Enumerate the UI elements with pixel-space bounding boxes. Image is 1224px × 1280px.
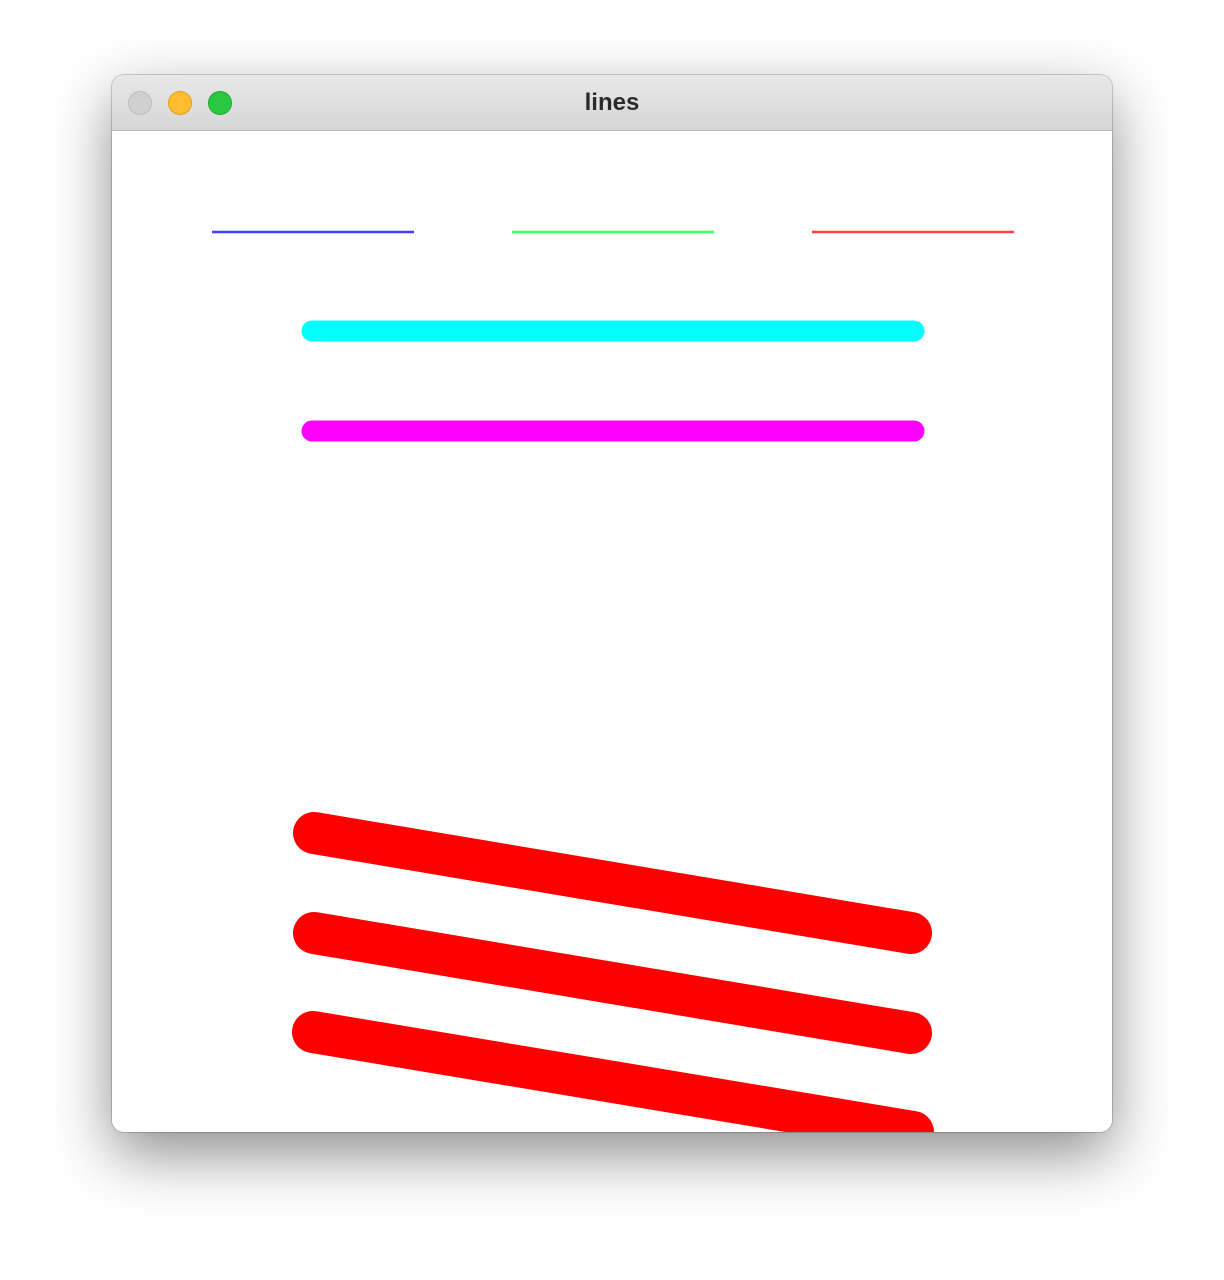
lines-drawing [212, 230, 1014, 1132]
app-window: lines [112, 75, 1112, 1132]
title-bar[interactable]: lines [112, 75, 1112, 131]
window-title: lines [584, 89, 640, 116]
red-diagonal-line-3 [292, 1011, 934, 1132]
drawing-canvas [112, 131, 1112, 1132]
red-diagonal-line-2 [293, 912, 932, 1054]
red-diagonal-line-1 [293, 812, 932, 954]
